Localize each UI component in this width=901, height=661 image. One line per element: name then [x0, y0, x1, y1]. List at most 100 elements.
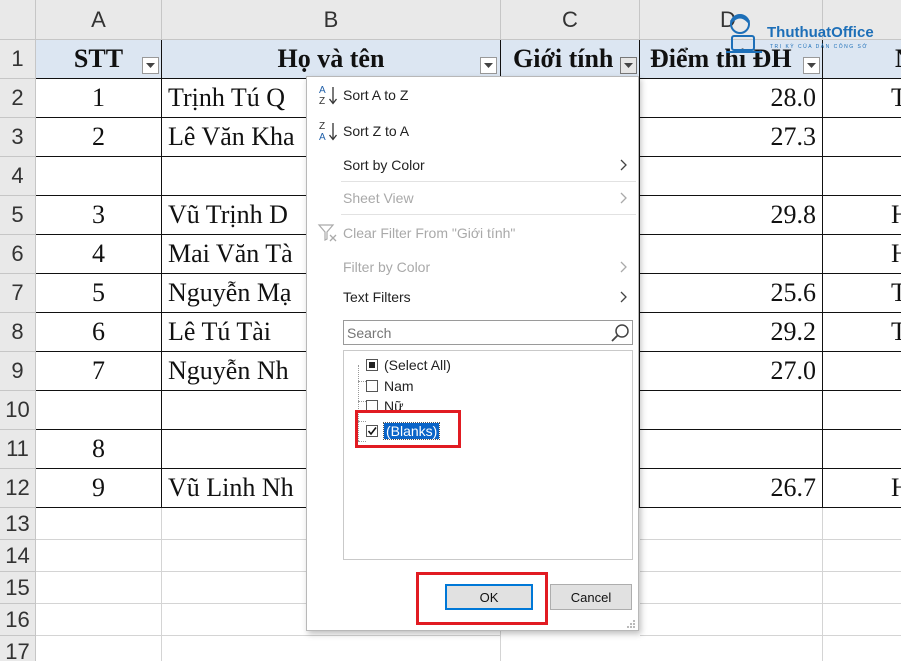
menu-item-sort-by-color[interactable]: Sort by Color [343, 154, 635, 176]
cell-next[interactable] [823, 118, 901, 157]
sort-ascending-icon: A Z [319, 85, 338, 107]
empty-cell[interactable] [36, 508, 162, 540]
cell-stt[interactable]: 1 [36, 79, 162, 118]
column-header-b[interactable]: B [162, 0, 501, 40]
menu-item-sort-a-to-z[interactable]: Sort A to Z [343, 84, 408, 106]
list-item-nam[interactable]: Nam [366, 376, 566, 396]
filter-value-list: (Select All) Nam Nữ (Blanks) [343, 350, 633, 560]
row-header[interactable]: 16 [0, 604, 36, 636]
partial-checkbox[interactable] [366, 359, 378, 371]
cell-stt[interactable]: 3 [36, 196, 162, 235]
filter-dropdown-menu: A Z Sort A to Z Z A Sort Z to A Sort by … [306, 76, 639, 631]
row-header[interactable]: 6 [0, 235, 36, 274]
empty-cell[interactable] [36, 572, 162, 604]
cell-score[interactable] [640, 430, 823, 469]
filter-dropdown-button-name[interactable] [480, 57, 497, 74]
cell-stt[interactable]: 6 [36, 313, 162, 352]
row-header[interactable]: 14 [0, 540, 36, 572]
cell-score[interactable]: 29.2 [640, 313, 823, 352]
row-header[interactable]: 10 [0, 391, 36, 430]
row-header[interactable]: 3 [0, 118, 36, 157]
cell-stt[interactable] [36, 157, 162, 196]
row-header[interactable]: 1 [0, 40, 36, 79]
cell-score[interactable] [640, 391, 823, 430]
empty-cell[interactable] [640, 540, 823, 572]
cell-stt[interactable]: 5 [36, 274, 162, 313]
empty-cell[interactable] [640, 508, 823, 540]
cell-score[interactable]: 28.0 [640, 79, 823, 118]
empty-cell[interactable] [823, 540, 901, 572]
chevron-right-icon [620, 192, 627, 204]
cell-next[interactable] [823, 352, 901, 391]
sort-descending-icon: Z A [319, 121, 338, 143]
cell-stt[interactable]: 2 [36, 118, 162, 157]
cell-score[interactable] [640, 157, 823, 196]
cell-stt[interactable]: 9 [36, 469, 162, 508]
cell-stt[interactable]: 8 [36, 430, 162, 469]
row-header[interactable]: 9 [0, 352, 36, 391]
logo-brand-text: ThuthuatOffice [767, 24, 874, 41]
row-header[interactable]: 8 [0, 313, 36, 352]
cell-next[interactable]: H [823, 196, 901, 235]
empty-cell[interactable] [823, 604, 901, 636]
empty-cell[interactable] [640, 636, 823, 661]
empty-cell[interactable] [36, 540, 162, 572]
filter-search-input[interactable] [343, 320, 633, 345]
resize-grip-icon[interactable] [626, 618, 636, 628]
empty-cell[interactable] [162, 636, 501, 661]
column-header-c[interactable]: C [501, 0, 640, 40]
empty-cell[interactable] [36, 636, 162, 661]
empty-cell[interactable] [640, 604, 823, 636]
empty-cell[interactable] [823, 508, 901, 540]
filter-dropdown-button-stt[interactable] [142, 57, 159, 74]
cell-next[interactable] [823, 157, 901, 196]
filter-dropdown-button-gender[interactable] [620, 57, 637, 74]
header-cell-name[interactable]: Họ và tên [162, 40, 501, 79]
cell-next[interactable] [823, 430, 901, 469]
cell-next[interactable] [823, 391, 901, 430]
cell-next[interactable]: T [823, 274, 901, 313]
cell-score[interactable] [640, 235, 823, 274]
empty-cell[interactable] [36, 604, 162, 636]
menu-item-label: Sort A to Z [343, 87, 409, 103]
svg-text:A: A [319, 132, 326, 143]
cell-score[interactable]: 27.0 [640, 352, 823, 391]
empty-cell[interactable] [640, 572, 823, 604]
cell-score[interactable]: 27.3 [640, 118, 823, 157]
list-item-label: (Select All) [384, 357, 451, 373]
chevron-down-icon [146, 62, 155, 68]
row-header[interactable]: 4 [0, 157, 36, 196]
row-header[interactable]: 2 [0, 79, 36, 118]
row-header[interactable]: 11 [0, 430, 36, 469]
row-header[interactable]: 12 [0, 469, 36, 508]
cell-stt[interactable]: 4 [36, 235, 162, 274]
checkbox[interactable] [366, 380, 378, 392]
empty-cell[interactable] [823, 572, 901, 604]
menu-item-label: Sort by Color [343, 157, 425, 173]
filter-dropdown-button-score[interactable] [803, 57, 820, 74]
cancel-button[interactable]: Cancel [550, 584, 632, 610]
chevron-right-icon [620, 291, 627, 303]
svg-text:Z: Z [319, 121, 325, 132]
cell-next[interactable]: T [823, 79, 901, 118]
cell-stt[interactable]: 7 [36, 352, 162, 391]
chevron-right-icon [620, 159, 627, 171]
row-header[interactable]: 7 [0, 274, 36, 313]
select-all-corner[interactable] [0, 0, 36, 40]
cell-next[interactable]: T [823, 313, 901, 352]
row-header[interactable]: 13 [0, 508, 36, 540]
row-header[interactable]: 15 [0, 572, 36, 604]
cell-score[interactable]: 26.7 [640, 469, 823, 508]
list-item-select-all[interactable]: (Select All) [366, 355, 566, 375]
cell-score[interactable]: 25.6 [640, 274, 823, 313]
cell-next[interactable]: H [823, 235, 901, 274]
menu-item-text-filters[interactable]: Text Filters [343, 286, 411, 308]
cell-score[interactable]: 29.8 [640, 196, 823, 235]
cell-next[interactable]: H [823, 469, 901, 508]
menu-item-sort-z-to-a[interactable]: Sort Z to A [343, 120, 409, 142]
row-header[interactable]: 17 [0, 636, 36, 661]
column-header-a[interactable]: A [36, 0, 162, 40]
cell-stt[interactable] [36, 391, 162, 430]
empty-cell[interactable] [823, 636, 901, 661]
row-header[interactable]: 5 [0, 196, 36, 235]
